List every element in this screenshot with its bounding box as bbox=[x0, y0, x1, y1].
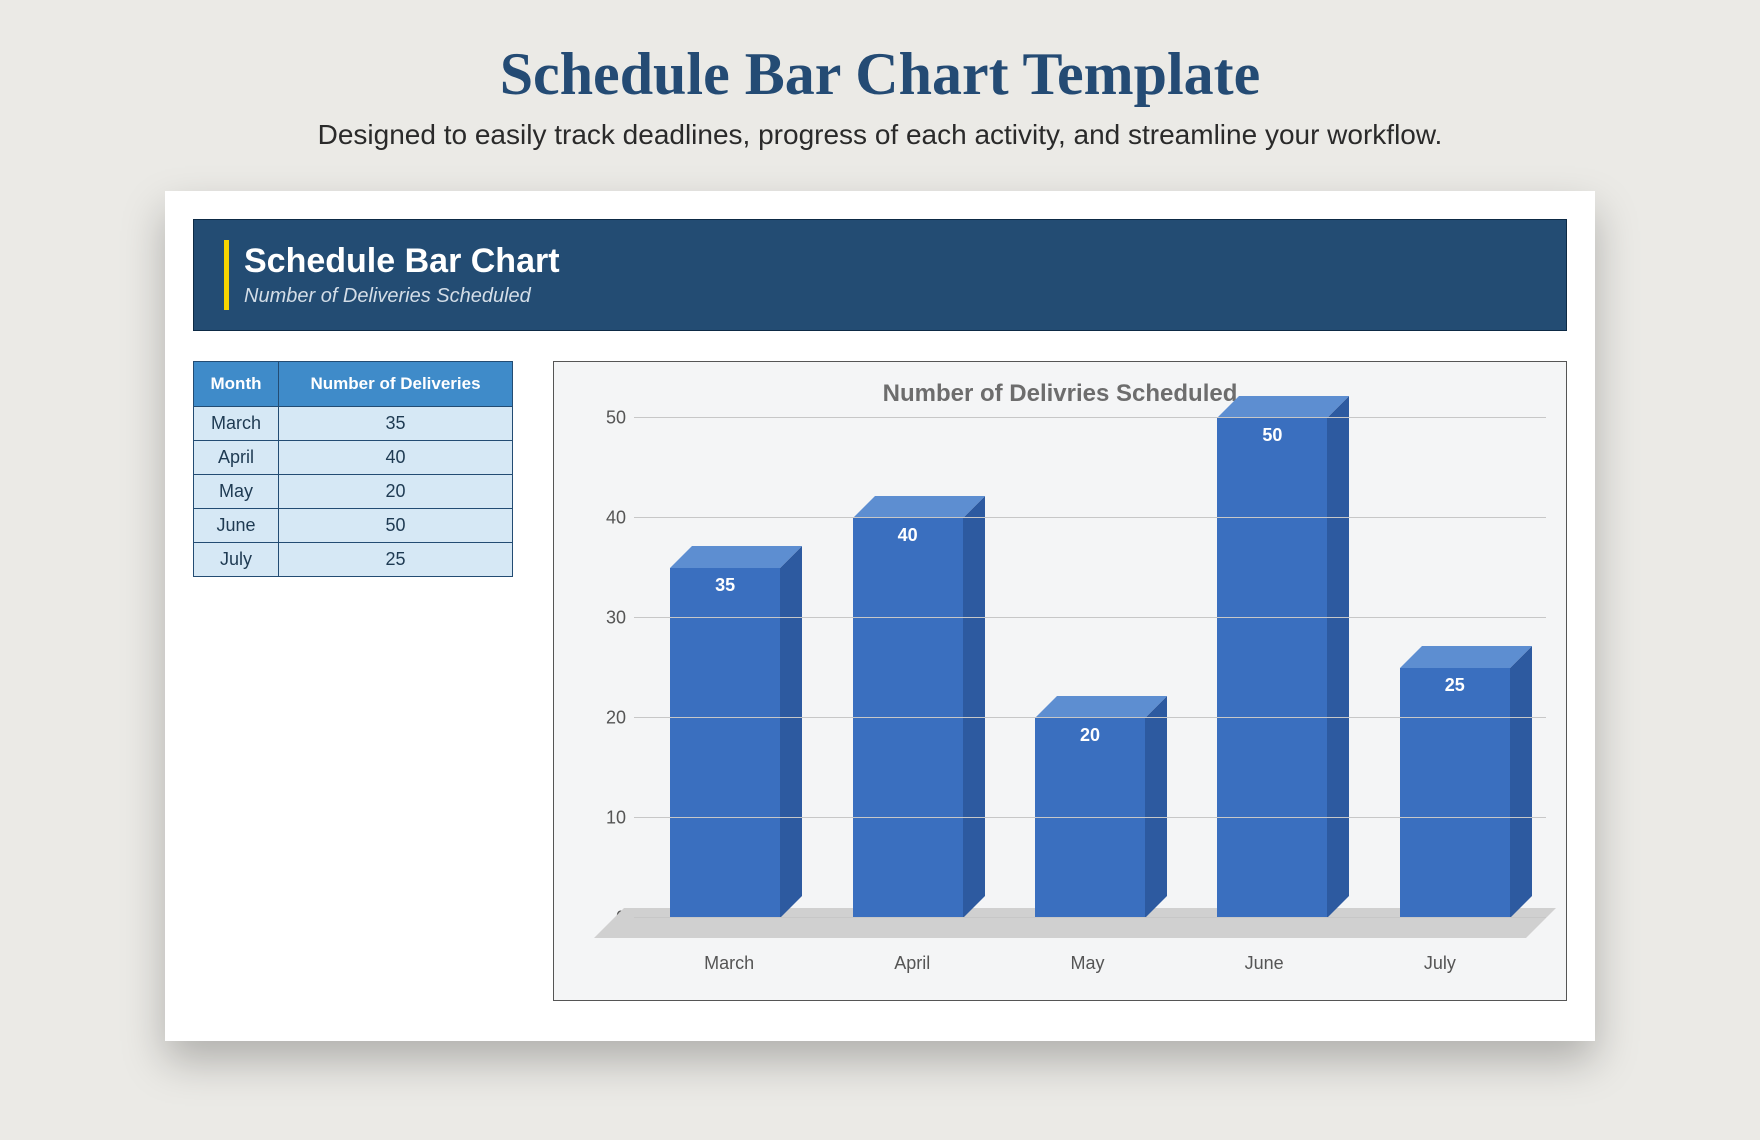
table-row: May20 bbox=[194, 475, 513, 509]
chart-y-tick: 50 bbox=[606, 408, 626, 429]
chart-bar-front bbox=[1217, 418, 1327, 918]
table-cell-deliveries: 35 bbox=[279, 407, 513, 441]
table-cell-deliveries: 20 bbox=[279, 475, 513, 509]
chart-gridline bbox=[634, 417, 1546, 418]
chart-bar: 40 bbox=[853, 418, 963, 918]
card-subtitle: Number of Deliveries Scheduled bbox=[244, 285, 1536, 308]
table-cell-deliveries: 50 bbox=[279, 509, 513, 543]
table-header-deliveries: Number of Deliveries bbox=[279, 362, 513, 407]
chart-gridline bbox=[634, 717, 1546, 718]
chart-x-labels: March April May June July bbox=[634, 953, 1526, 974]
chart-bar-value: 35 bbox=[670, 575, 780, 596]
chart-title: Number of Delivries Scheduled bbox=[574, 380, 1546, 408]
chart-x-tick: July bbox=[1424, 953, 1456, 974]
chart-bar-top bbox=[1400, 646, 1532, 668]
table-row: April40 bbox=[194, 441, 513, 475]
chart-bar-top bbox=[1217, 396, 1349, 418]
chart-gridline bbox=[634, 517, 1546, 518]
chart-x-tick: May bbox=[1070, 953, 1104, 974]
chart-bar-value: 20 bbox=[1035, 725, 1145, 746]
table-cell-month: March bbox=[194, 407, 279, 441]
chart-bar-value: 40 bbox=[853, 525, 963, 546]
page-subtitle: Designed to easily track deadlines, prog… bbox=[0, 119, 1760, 151]
chart-grid: 35 40 20 50 25 bbox=[634, 418, 1546, 918]
chart-bar-side bbox=[1145, 696, 1167, 918]
chart-bar-front bbox=[1400, 668, 1510, 918]
table-row: July25 bbox=[194, 543, 513, 577]
card-title: Schedule Bar Chart bbox=[244, 242, 1536, 281]
table-cell-deliveries: 40 bbox=[279, 441, 513, 475]
table-row: June50 bbox=[194, 509, 513, 543]
bar-chart: Number of Delivries Scheduled 0102030405… bbox=[553, 361, 1567, 1001]
chart-bar: 35 bbox=[670, 418, 780, 918]
chart-x-tick: June bbox=[1245, 953, 1284, 974]
chart-bar-front bbox=[1035, 718, 1145, 918]
chart-bar-top bbox=[1035, 696, 1167, 718]
chart-gridline bbox=[634, 617, 1546, 618]
chart-bar-front bbox=[853, 518, 963, 918]
table-cell-month: April bbox=[194, 441, 279, 475]
chart-y-tick: 10 bbox=[606, 808, 626, 829]
page-title: Schedule Bar Chart Template bbox=[0, 40, 1760, 109]
table-row: March35 bbox=[194, 407, 513, 441]
chart-bar-front bbox=[670, 568, 780, 918]
chart-x-tick: April bbox=[894, 953, 930, 974]
table-header-month: Month bbox=[194, 362, 279, 407]
chart-y-axis: 01020304050 bbox=[574, 418, 634, 978]
chart-bar: 25 bbox=[1400, 418, 1510, 918]
table-cell-month: July bbox=[194, 543, 279, 577]
chart-bar-side bbox=[963, 496, 985, 918]
chart-plot-area: 01020304050 3540205025 MarchAprilMayJune… bbox=[574, 418, 1546, 978]
chart-y-tick: 30 bbox=[606, 608, 626, 629]
chart-gridline bbox=[634, 817, 1546, 818]
chart-bar-value: 50 bbox=[1217, 425, 1327, 446]
data-table: Month Number of Deliveries March35April4… bbox=[193, 361, 513, 577]
table-cell-month: June bbox=[194, 509, 279, 543]
template-card: Schedule Bar Chart Number of Deliveries … bbox=[165, 191, 1595, 1041]
chart-bar-top bbox=[670, 546, 802, 568]
chart-bar-side bbox=[1327, 396, 1349, 918]
chart-bar-top bbox=[853, 496, 985, 518]
chart-y-tick: 40 bbox=[606, 508, 626, 529]
card-header: Schedule Bar Chart Number of Deliveries … bbox=[193, 219, 1567, 331]
table-cell-deliveries: 25 bbox=[279, 543, 513, 577]
chart-bar: 50 bbox=[1217, 418, 1327, 918]
table-cell-month: May bbox=[194, 475, 279, 509]
chart-bar: 20 bbox=[1035, 418, 1145, 918]
chart-gridline bbox=[634, 917, 1546, 918]
chart-x-tick: March bbox=[704, 953, 754, 974]
chart-bar-value: 25 bbox=[1400, 675, 1510, 696]
chart-bar-side bbox=[780, 546, 802, 918]
chart-bars: 35 40 20 50 25 bbox=[634, 418, 1546, 918]
chart-bar-side bbox=[1510, 646, 1532, 918]
chart-y-tick: 20 bbox=[606, 708, 626, 729]
